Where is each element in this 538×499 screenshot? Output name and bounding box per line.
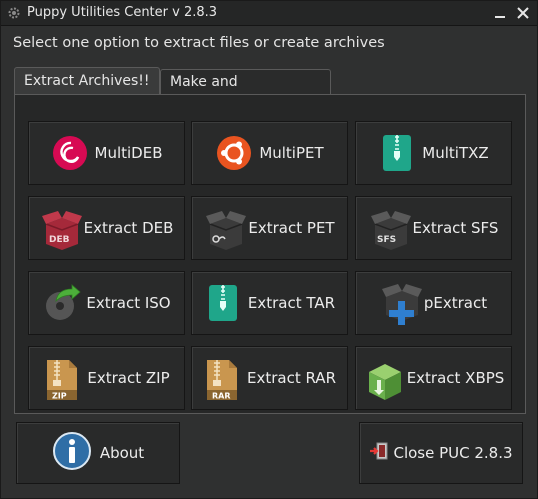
extract-rar-button[interactable]: RAR Extract RAR — [191, 346, 348, 410]
iso-disc-icon — [42, 283, 81, 323]
multitxz-button[interactable]: MultiTXZ — [355, 121, 512, 185]
zip-archive-icon — [378, 133, 416, 173]
rar-file-text: RAR — [212, 392, 231, 401]
title-bar: Puppy Utilities Center v 2.8.3 — [1, 1, 537, 26]
about-button[interactable]: About — [16, 422, 180, 484]
extract-deb-button[interactable]: DEB Extract DEB — [28, 196, 185, 260]
debian-icon — [51, 133, 89, 173]
extract-xbps-label: Extract XBPS — [406, 369, 505, 387]
deb-box-icon: DEB — [40, 208, 82, 250]
tab-extract-archives[interactable]: Extract Archives!! — [14, 67, 160, 95]
tab-make-and-compress[interactable]: Make and Compress!! — [160, 69, 331, 115]
extract-deb-label: Extract DEB — [83, 219, 174, 237]
multipet-label: MultiPET — [259, 144, 324, 162]
minimize-icon[interactable] — [491, 4, 509, 22]
extract-iso-button[interactable]: Extract ISO — [28, 271, 185, 335]
pextract-label: pExtract — [423, 294, 488, 312]
close-puc-button[interactable]: Close PUC 2.8.3 — [359, 422, 523, 484]
xbps-box-icon — [363, 358, 401, 400]
close-puc-label: Close PUC 2.8.3 — [393, 444, 513, 462]
ubuntu-icon — [215, 133, 253, 173]
extract-pet-button[interactable]: Extract PET — [191, 196, 348, 260]
deb-box-text: DEB — [49, 235, 70, 245]
button-grid: MultiDEB MultiPET MultiTXZ DEB Extract D… — [24, 107, 519, 410]
extract-rar-label: Extract RAR — [247, 369, 336, 387]
about-label: About — [99, 444, 145, 462]
extract-tar-button[interactable]: Extract TAR — [191, 271, 348, 335]
app-gear-icon — [8, 7, 20, 19]
extract-archives-panel: MultiDEB MultiPET MultiTXZ DEB Extract D… — [14, 94, 526, 414]
exit-door-icon — [369, 441, 389, 465]
extract-sfs-button[interactable]: SFS Extract SFS — [355, 196, 512, 260]
info-icon — [52, 431, 92, 475]
instruction-text: Select one option to extract files or cr… — [13, 35, 385, 51]
puc-window: Puppy Utilities Center v 2.8.3 Select on… — [0, 0, 538, 499]
zip-file-icon: ZIP — [43, 358, 81, 401]
extract-xbps-button[interactable]: Extract XBPS — [355, 346, 512, 410]
extract-zip-button[interactable]: ZIP Extract ZIP — [28, 346, 185, 410]
zip-file-text: ZIP — [52, 392, 67, 401]
multideb-button[interactable]: MultiDEB — [28, 121, 185, 185]
rar-file-icon: RAR — [203, 358, 241, 401]
tar-archive-icon — [204, 283, 242, 323]
sfs-box-icon: SFS — [369, 208, 411, 250]
pet-box-icon — [204, 208, 247, 250]
box-plus-icon — [380, 283, 422, 325]
extract-sfs-label: Extract SFS — [412, 219, 499, 237]
extract-pet-label: Extract PET — [248, 219, 335, 237]
multipet-button[interactable]: MultiPET — [191, 121, 348, 185]
close-icon[interactable] — [514, 4, 532, 22]
extract-zip-label: Extract ZIP — [87, 369, 170, 387]
window-title: Puppy Utilities Center v 2.8.3 — [27, 5, 218, 20]
multideb-label: MultiDEB — [94, 144, 163, 162]
extract-tar-label: Extract TAR — [247, 294, 336, 312]
extract-iso-label: Extract ISO — [86, 294, 171, 312]
pextract-button[interactable]: pExtract — [355, 271, 512, 335]
sfs-box-text: SFS — [377, 235, 396, 245]
multitxz-label: MultiTXZ — [422, 144, 489, 162]
